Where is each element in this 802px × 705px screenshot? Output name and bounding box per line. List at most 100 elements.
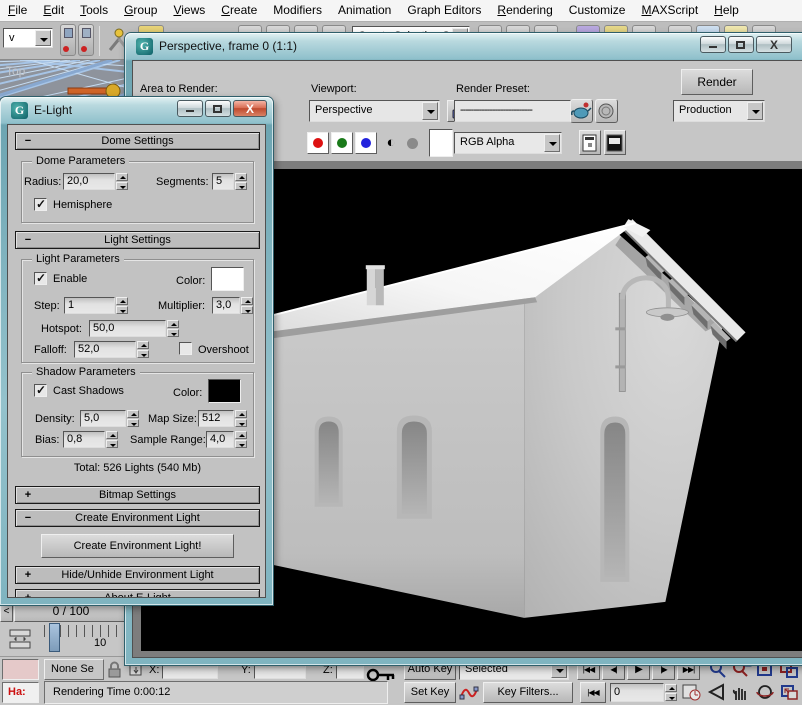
falloff-spinner[interactable]: [137, 341, 149, 358]
collapse-icon[interactable]: −: [22, 232, 34, 248]
menu-help[interactable]: Help: [706, 0, 747, 21]
menu-customize[interactable]: Customize: [561, 0, 634, 21]
maxscript-listener-pane[interactable]: Ha:: [2, 682, 39, 703]
chevron-down-icon[interactable]: [747, 102, 763, 120]
elight-maximize-button[interactable]: [205, 100, 231, 117]
time-configuration-icon[interactable]: [681, 682, 702, 703]
expand-icon[interactable]: +: [22, 567, 34, 583]
field-of-view-icon[interactable]: [706, 682, 729, 703]
elight-titlebar[interactable]: G E-Light X: [0, 97, 273, 124]
menu-animation[interactable]: Animation: [330, 0, 399, 21]
selection-lock-icon[interactable]: [108, 661, 121, 678]
red-channel-button[interactable]: [307, 132, 329, 154]
viewport-label[interactable]: Top: [6, 64, 25, 78]
toolbar-combo[interactable]: v: [3, 28, 53, 48]
render-setup-teapot-icon[interactable]: [570, 99, 593, 123]
step-field[interactable]: 1: [64, 297, 115, 314]
map-size-spinner[interactable]: [235, 410, 247, 427]
rollup-about-elight[interactable]: + About E-Light: [15, 589, 260, 598]
rollup-bitmap-settings[interactable]: + Bitmap Settings: [15, 486, 260, 504]
hotspot-field[interactable]: 50,0: [89, 320, 166, 337]
expand-icon[interactable]: +: [22, 590, 34, 598]
cast-shadows-checkbox[interactable]: [34, 384, 47, 397]
segments-field[interactable]: 5: [212, 173, 234, 190]
clear-color-swatch[interactable]: [429, 129, 453, 157]
create-environment-light-button[interactable]: Create Environment Light!: [41, 534, 234, 558]
channel-display-dropdown[interactable]: RGB Alpha: [454, 132, 562, 154]
menu-bar: File Edit Tools Group Views Create Modif…: [0, 0, 802, 22]
light-color-swatch[interactable]: [211, 267, 244, 291]
map-size-field[interactable]: 512: [198, 410, 234, 427]
bias-field[interactable]: 0,8: [63, 431, 105, 448]
rfw-minimize-button[interactable]: [700, 36, 726, 53]
segments-spinner[interactable]: [235, 173, 247, 190]
elight-close-button[interactable]: X: [233, 100, 267, 117]
rfw-close-button[interactable]: X: [756, 36, 792, 53]
menu-modifiers[interactable]: Modifiers: [265, 0, 330, 21]
rollup-hide-unhide[interactable]: + Hide/Unhide Environment Light: [15, 566, 260, 584]
multiplier-spinner[interactable]: [241, 297, 253, 314]
radius-field[interactable]: 20,0: [63, 173, 115, 190]
collapse-icon[interactable]: −: [22, 510, 34, 526]
blue-channel-button[interactable]: [355, 132, 377, 154]
step-spinner[interactable]: [116, 297, 128, 314]
orbit-icon[interactable]: [754, 682, 777, 703]
rfw-maximize-button[interactable]: [728, 36, 754, 53]
alpha-channel-icon[interactable]: [407, 138, 418, 149]
radius-spinner[interactable]: [116, 173, 128, 190]
viewport-dropdown[interactable]: Perspective: [309, 100, 440, 122]
angle-snap-toggle-icon[interactable]: [78, 24, 94, 56]
render-button[interactable]: Render: [681, 69, 753, 95]
menu-create[interactable]: Create: [213, 0, 265, 21]
production-dropdown[interactable]: Production: [673, 100, 765, 122]
selection-status: None Se: [44, 659, 104, 680]
menu-graph-editors[interactable]: Graph Editors: [399, 0, 489, 21]
trackbar-slider-handle[interactable]: [49, 623, 60, 652]
collapse-icon[interactable]: −: [22, 133, 34, 149]
falloff-field[interactable]: 52,0: [74, 341, 136, 358]
menu-views[interactable]: Views: [165, 0, 213, 21]
hotspot-spinner[interactable]: [167, 320, 179, 337]
menu-rendering[interactable]: Rendering: [489, 0, 560, 21]
save-bitmap-icon[interactable]: [604, 130, 626, 155]
menu-edit[interactable]: Edit: [35, 0, 72, 21]
hemisphere-checkbox[interactable]: [34, 198, 47, 211]
elight-minimize-button[interactable]: [177, 100, 203, 117]
key-filter-curve-icon[interactable]: [459, 682, 479, 703]
rollup-light-settings[interactable]: − Light Settings: [15, 231, 260, 249]
density-spinner[interactable]: [127, 410, 139, 427]
maximize-viewport-icon[interactable]: [778, 682, 801, 703]
expand-icon[interactable]: +: [22, 487, 34, 503]
bias-spinner[interactable]: [106, 431, 118, 448]
rollup-dome-settings[interactable]: − Dome Settings: [15, 132, 260, 150]
mini-curve-editor-icon[interactable]: [8, 628, 34, 650]
menu-group[interactable]: Group: [116, 0, 165, 21]
chevron-down-icon[interactable]: [544, 134, 560, 152]
key-filters-button[interactable]: Key Filters...: [483, 682, 573, 703]
menu-maxscript[interactable]: MAXScript: [633, 0, 706, 21]
pan-hand-icon[interactable]: [730, 682, 753, 703]
set-key-button[interactable]: Set Key: [404, 682, 456, 703]
rollup-create-environment-light[interactable]: − Create Environment Light: [15, 509, 260, 527]
current-frame-field[interactable]: 0: [610, 683, 664, 702]
macro-recorder-pane[interactable]: [2, 659, 39, 680]
go-to-start-small-button[interactable]: |◀◀: [580, 682, 606, 703]
enable-checkbox[interactable]: [34, 272, 47, 285]
shadow-color-swatch[interactable]: [208, 379, 241, 403]
frame-spinner[interactable]: [665, 684, 677, 701]
clone-rendered-frame-icon[interactable]: [579, 130, 601, 155]
rfw-titlebar[interactable]: G Perspective, frame 0 (1:1) X: [125, 33, 802, 60]
chevron-down-icon[interactable]: [422, 102, 438, 120]
environment-dialog-icon[interactable]: [595, 99, 618, 123]
multiplier-field[interactable]: 3,0: [212, 297, 240, 314]
menu-file[interactable]: File: [0, 0, 35, 21]
green-channel-button[interactable]: [331, 132, 353, 154]
monochrome-channel-icon[interactable]: ◐: [381, 133, 401, 153]
snap-toggle-icon[interactable]: [60, 24, 76, 56]
density-field[interactable]: 5,0: [80, 410, 126, 427]
sample-range-spinner[interactable]: [235, 431, 247, 448]
menu-tools[interactable]: Tools: [72, 0, 116, 21]
overshoot-checkbox[interactable]: [179, 342, 192, 355]
sample-range-field[interactable]: 4,0: [206, 431, 234, 448]
chevron-down-icon[interactable]: [35, 30, 51, 46]
